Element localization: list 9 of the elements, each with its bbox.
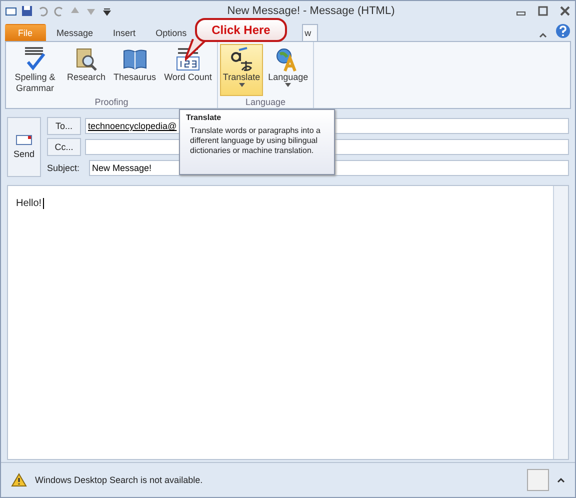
tooltip-title: Translate [186,113,222,122]
body-text: Hello! [16,198,44,209]
group-label: Proofing [94,96,130,108]
status-message: Windows Desktop Search is not available. [35,475,204,485]
tooltip-text: Translate words or paragraphs into a different language by using bilingual dictionaries or machine translation. [189,126,322,156]
group-label: Language [244,96,287,108]
callout-bubble: Click Here [195,18,287,42]
window-title: New Message! - Message (HTML) [226,5,396,17]
subject-label: Subject: [47,163,81,173]
